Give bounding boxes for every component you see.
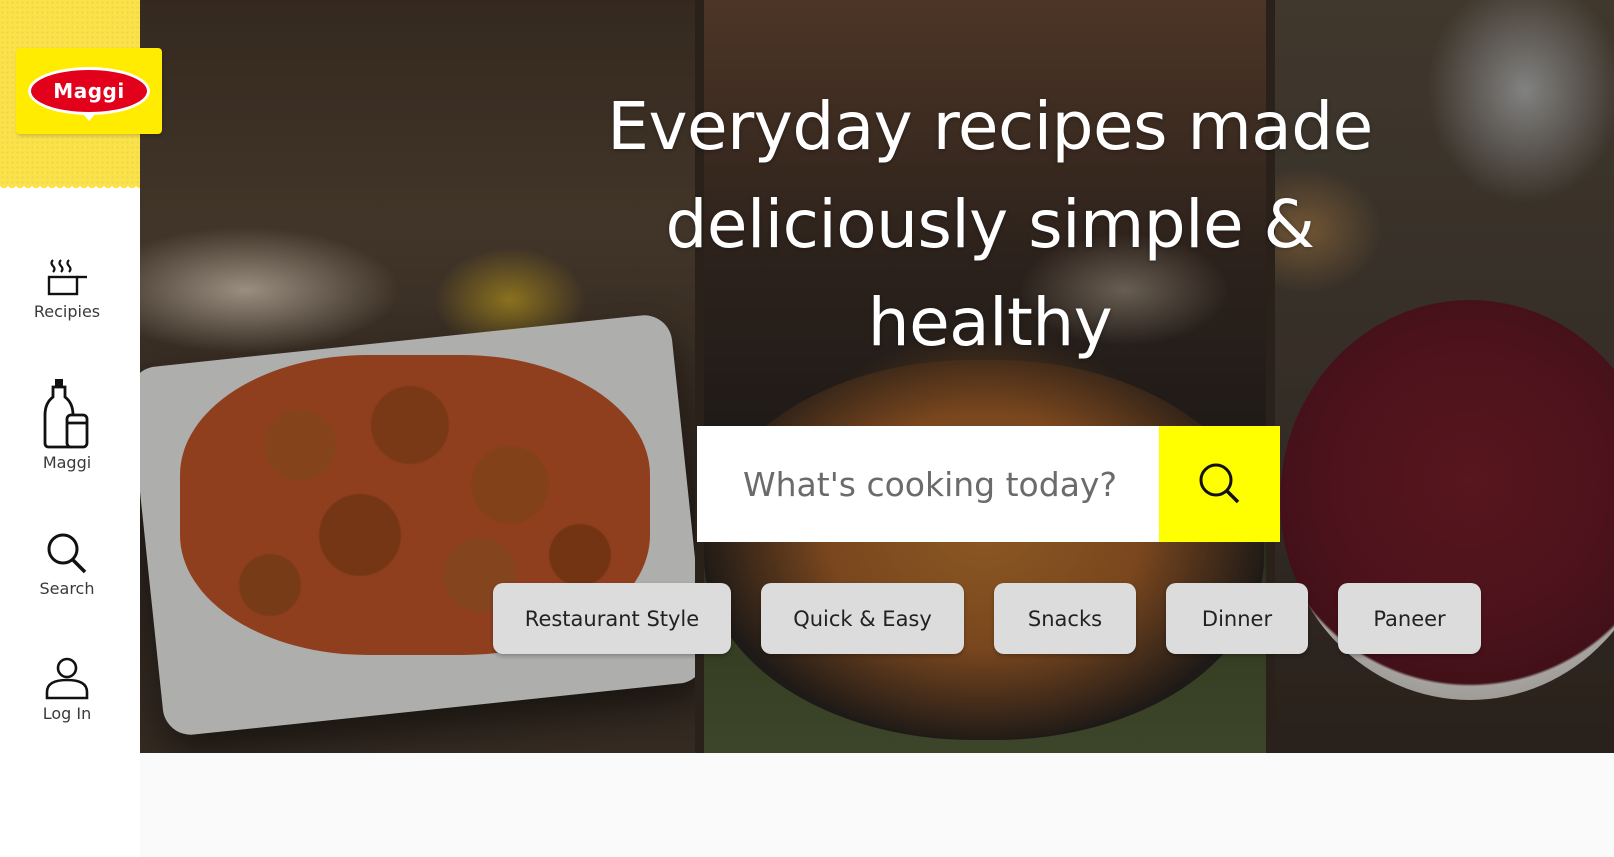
- chip-paneer[interactable]: Paneer: [1338, 583, 1481, 654]
- logo-area: Maggi: [0, 0, 162, 192]
- chip-dinner[interactable]: Dinner: [1166, 583, 1308, 654]
- sidebar-item-label: Log In: [42, 704, 92, 723]
- chip-quick-easy[interactable]: Quick & Easy: [761, 583, 964, 654]
- sidebar: Maggi Recipies Maggi Search Log In: [0, 0, 162, 857]
- search-icon: [1199, 463, 1239, 504]
- search-input[interactable]: [697, 426, 1159, 542]
- bottle-jar-icon: [43, 379, 89, 449]
- chip-restaurant-style[interactable]: Restaurant Style: [493, 583, 731, 654]
- maggi-logo[interactable]: Maggi: [16, 48, 162, 134]
- sidebar-item-label: Recipies: [33, 302, 101, 321]
- search-button[interactable]: [1159, 426, 1280, 542]
- sidebar-item-label: Maggi: [42, 453, 92, 472]
- search-bar: [697, 426, 1280, 542]
- sidebar-item-maggi[interactable]: Maggi: [0, 377, 134, 472]
- search-icon: [47, 533, 87, 574]
- logo-text: Maggi: [28, 67, 150, 121]
- sidebar-item-label: Search: [39, 579, 95, 598]
- sidebar-item-login[interactable]: Log In: [0, 656, 134, 723]
- cooking-pot-icon: [47, 259, 87, 296]
- sidebar-item-search[interactable]: Search: [0, 531, 134, 598]
- sidebar-item-recipes[interactable]: Recipies: [0, 250, 134, 321]
- user-icon: [45, 657, 89, 700]
- hero-banner: Everyday recipes made deliciously simple…: [140, 0, 1614, 753]
- content-area: [140, 753, 1614, 857]
- hero-headline: Everyday recipes made deliciously simple…: [607, 88, 1373, 361]
- chip-snacks[interactable]: Snacks: [994, 583, 1136, 654]
